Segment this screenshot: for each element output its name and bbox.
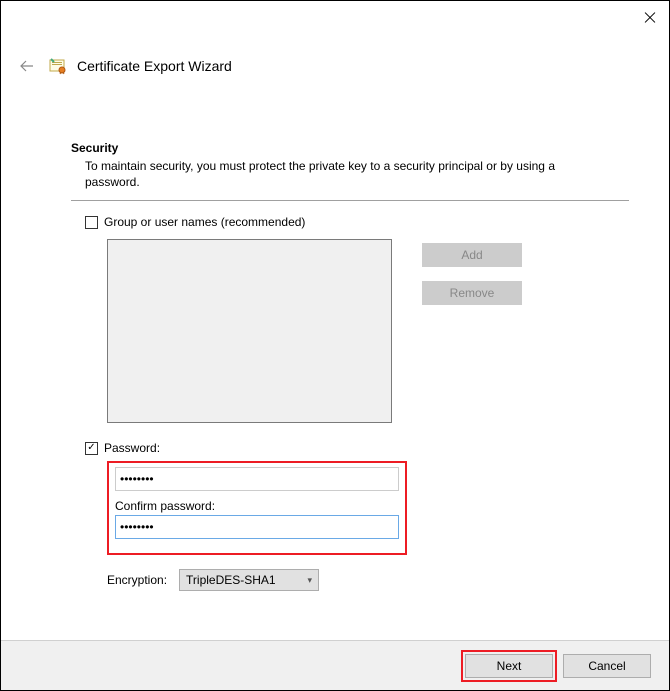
confirm-password-label: Confirm password: — [115, 499, 399, 513]
password-highlighted-block: Confirm password: — [107, 461, 407, 555]
next-button[interactable]: Next — [465, 654, 553, 678]
section-heading: Security — [71, 141, 629, 155]
add-button: Add — [422, 243, 522, 267]
remove-button: Remove — [422, 281, 522, 305]
users-listbox — [107, 239, 392, 423]
wizard-title: Certificate Export Wizard — [77, 58, 232, 74]
close-icon[interactable] — [643, 11, 657, 25]
encryption-value: TripleDES-SHA1 — [186, 573, 276, 587]
encryption-dropdown[interactable]: TripleDES-SHA1 ▾ — [179, 569, 319, 591]
back-arrow-icon[interactable] — [19, 58, 35, 74]
password-checkbox-label: Password: — [104, 441, 160, 455]
group-checkbox-label: Group or user names (recommended) — [104, 215, 305, 229]
divider — [71, 200, 629, 201]
cancel-button[interactable]: Cancel — [563, 654, 651, 678]
password-checkbox[interactable] — [85, 442, 98, 455]
group-checkbox[interactable] — [85, 216, 98, 229]
certificate-icon — [49, 57, 67, 75]
chevron-down-icon: ▾ — [308, 575, 313, 586]
password-field[interactable] — [115, 467, 399, 491]
confirm-password-field[interactable] — [115, 515, 399, 539]
section-description: To maintain security, you must protect t… — [85, 159, 605, 190]
encryption-label: Encryption: — [107, 573, 167, 587]
